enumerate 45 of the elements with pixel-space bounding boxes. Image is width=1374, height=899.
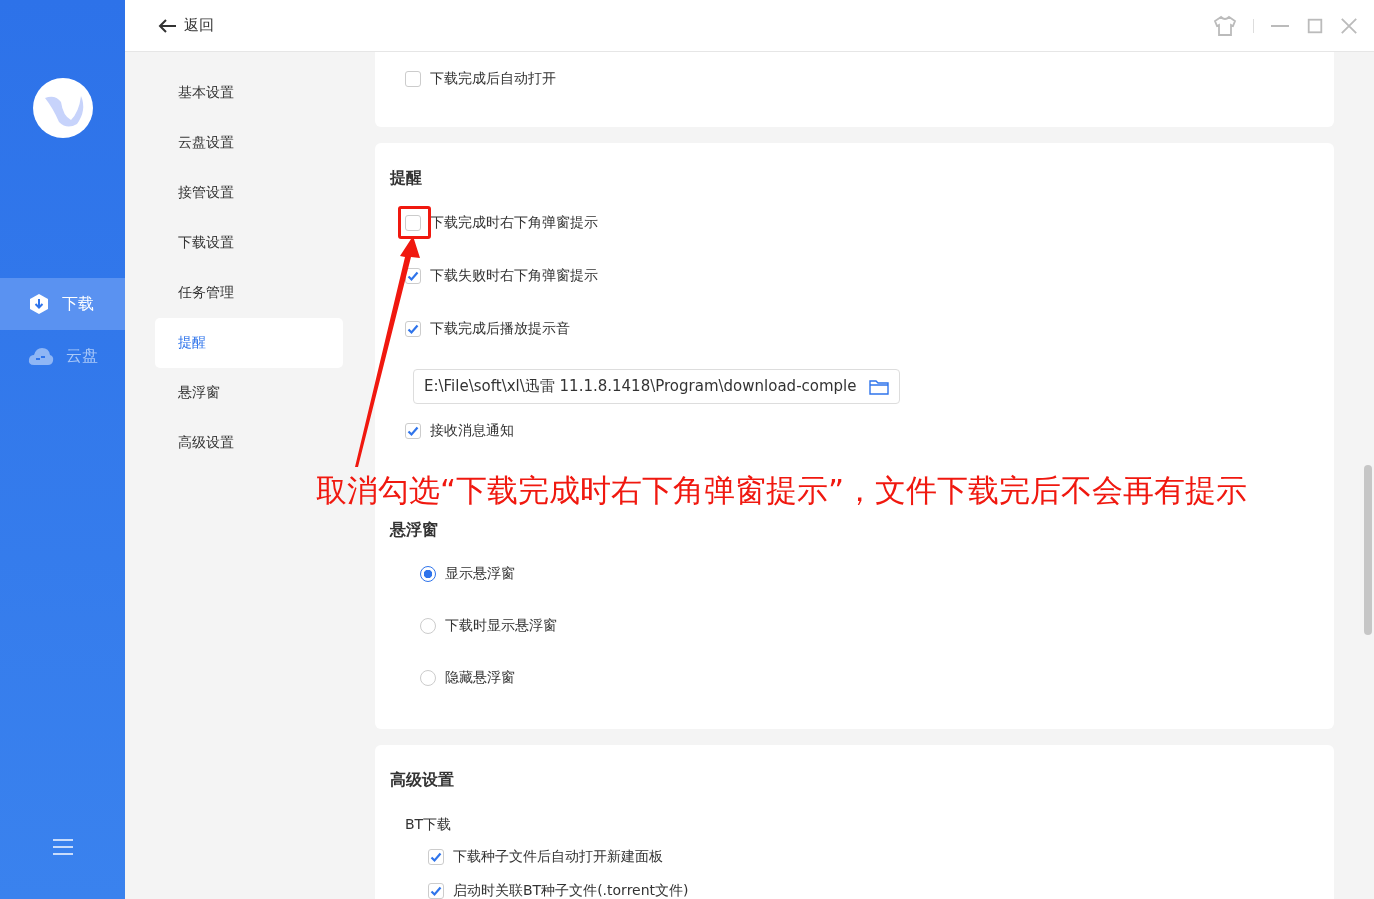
settings-nav-item[interactable]: 任务管理 [155,268,343,318]
path-field[interactable]: E:\File\soft\xl\迅雷 11.1.8.1418\Program\download-comple [413,369,900,404]
section-title: 提醒 [390,167,423,189]
radio-label: 显示悬浮窗 [445,565,515,583]
section-title: 高级设置 [390,769,455,791]
checkbox-label: 接收消息通知 [430,421,514,440]
checkbox-label: 启动时关联BT种子文件(.torrent文件) [453,882,689,899]
checkbox-label: 下载失败时右下角弹窗提示 [430,266,598,285]
checkbox-label: 下载完成后播放提示音 [430,319,570,338]
settings-nav-item[interactable]: 基本设置 [155,68,343,118]
menu-icon[interactable] [51,838,74,856]
shirt-icon[interactable] [1213,14,1237,37]
checkbox[interactable] [405,70,421,87]
checkbox[interactable] [428,849,444,865]
radio-button[interactable] [420,566,436,582]
radio-label: 隐藏悬浮窗 [445,669,515,687]
subsection-title: BT下载 [404,815,453,834]
radio-button[interactable] [420,618,436,634]
back-button[interactable]: 返回 [155,14,216,37]
cloud-icon [28,346,54,366]
radio-button[interactable] [420,670,436,686]
settings-nav-item[interactable]: 下载设置 [155,218,343,268]
section-title: 悬浮窗 [390,519,439,541]
back-arrow-icon [157,17,177,34]
annotation-text: 取消勾选“下载完成时右下角弹窗提示”，文件下载完后不会再有提示 [316,471,1248,510]
settings-nav-item[interactable]: 悬浮窗 [155,368,343,418]
scrollbar[interactable] [1364,465,1372,635]
settings-nav-item[interactable]: 高级设置 [155,418,343,468]
settings-nav-item[interactable]: 接管设置 [155,168,343,218]
download-icon [28,293,50,315]
checkbox-label: 下载种子文件后自动打开新建面板 [453,848,663,866]
checkbox-label: 下载完成时右下角弹窗提示 [430,213,598,232]
settings-nav-item[interactable]: 提醒 [155,318,343,368]
checkbox[interactable] [405,422,421,439]
highlight-frame [398,206,431,239]
checkbox[interactable] [405,214,421,231]
checkbox[interactable] [428,883,444,899]
checkbox-label: 下载完成后自动打开 [430,69,556,88]
radio-label: 下载时显示悬浮窗 [445,617,557,635]
close-icon[interactable] [1340,16,1358,35]
settings-nav-item[interactable]: 云盘设置 [155,118,343,168]
maximize-icon[interactable] [1306,16,1324,35]
bird-logo-icon [32,78,93,138]
checkbox[interactable] [405,320,421,337]
folder-icon[interactable] [868,378,889,395]
